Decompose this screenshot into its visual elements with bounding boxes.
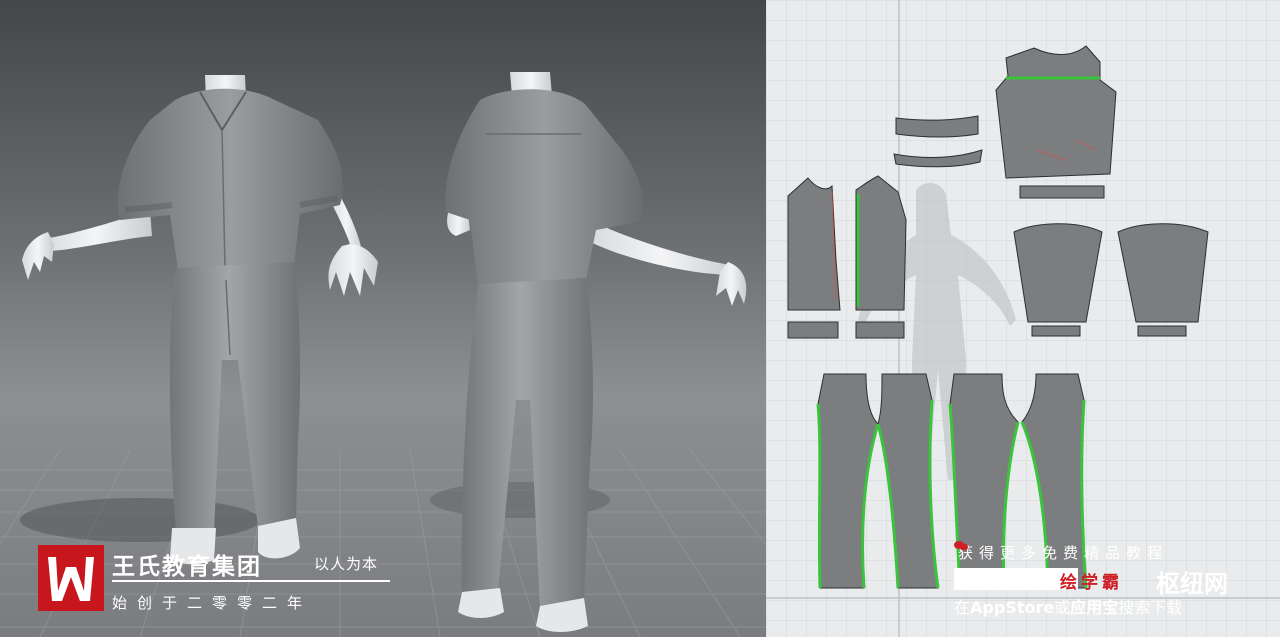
pattern-cuff-left	[787, 321, 839, 339]
promo-prefix: 在	[954, 598, 971, 617]
promo-headline: 获得更多免费精品教程	[958, 544, 1169, 562]
pattern-cuff-right	[855, 321, 905, 339]
pattern-back-body	[995, 45, 1117, 179]
2d-pattern-window[interactable]: 获得更多免费精品教程 绘学霸 枢纽网 在AppStore或应用宝搜索下载	[766, 0, 1280, 637]
pattern-sleeve-left	[1013, 223, 1103, 323]
3d-scene	[0, 72, 766, 637]
promo-block: 获得更多免费精品教程 绘学霸 枢纽网 在AppStore或应用宝搜索下载	[954, 540, 1254, 620]
avatar-shadow-front	[20, 498, 260, 542]
promo-suffix: 搜索下载	[1118, 598, 1183, 617]
pattern-right-front	[855, 175, 907, 311]
promo-app-name: 绘学霸	[1060, 573, 1123, 593]
promo-download-line: 在AppStore或应用宝搜索下载	[954, 594, 1182, 618]
wechat-icon	[954, 541, 968, 551]
avatar-back	[445, 72, 747, 632]
promo-appstore: AppStore	[970, 598, 1055, 617]
brand-block: 王氏教育集团 以人为本 始创于二零零二年	[38, 545, 390, 615]
brand-logo	[38, 545, 104, 611]
brand-divider	[112, 580, 390, 582]
brand-tagline: 始创于二零零二年	[112, 594, 313, 612]
pattern-back-yoke-band	[1019, 185, 1105, 199]
3d-viewport[interactable]: 王氏教育集团 以人为本 始创于二零零二年	[0, 0, 766, 637]
promo-or: 或	[1054, 598, 1071, 617]
brand-name: 王氏教育集团	[112, 554, 262, 580]
avatar-front	[22, 75, 378, 565]
pattern-sleeve-cuff-left	[1031, 325, 1081, 337]
brand-slogan: 以人为本	[314, 555, 379, 573]
promo-store: 应用宝	[1070, 598, 1119, 617]
pattern-sleeve-cuff-right	[1137, 325, 1187, 337]
w-logo-icon	[48, 557, 94, 601]
